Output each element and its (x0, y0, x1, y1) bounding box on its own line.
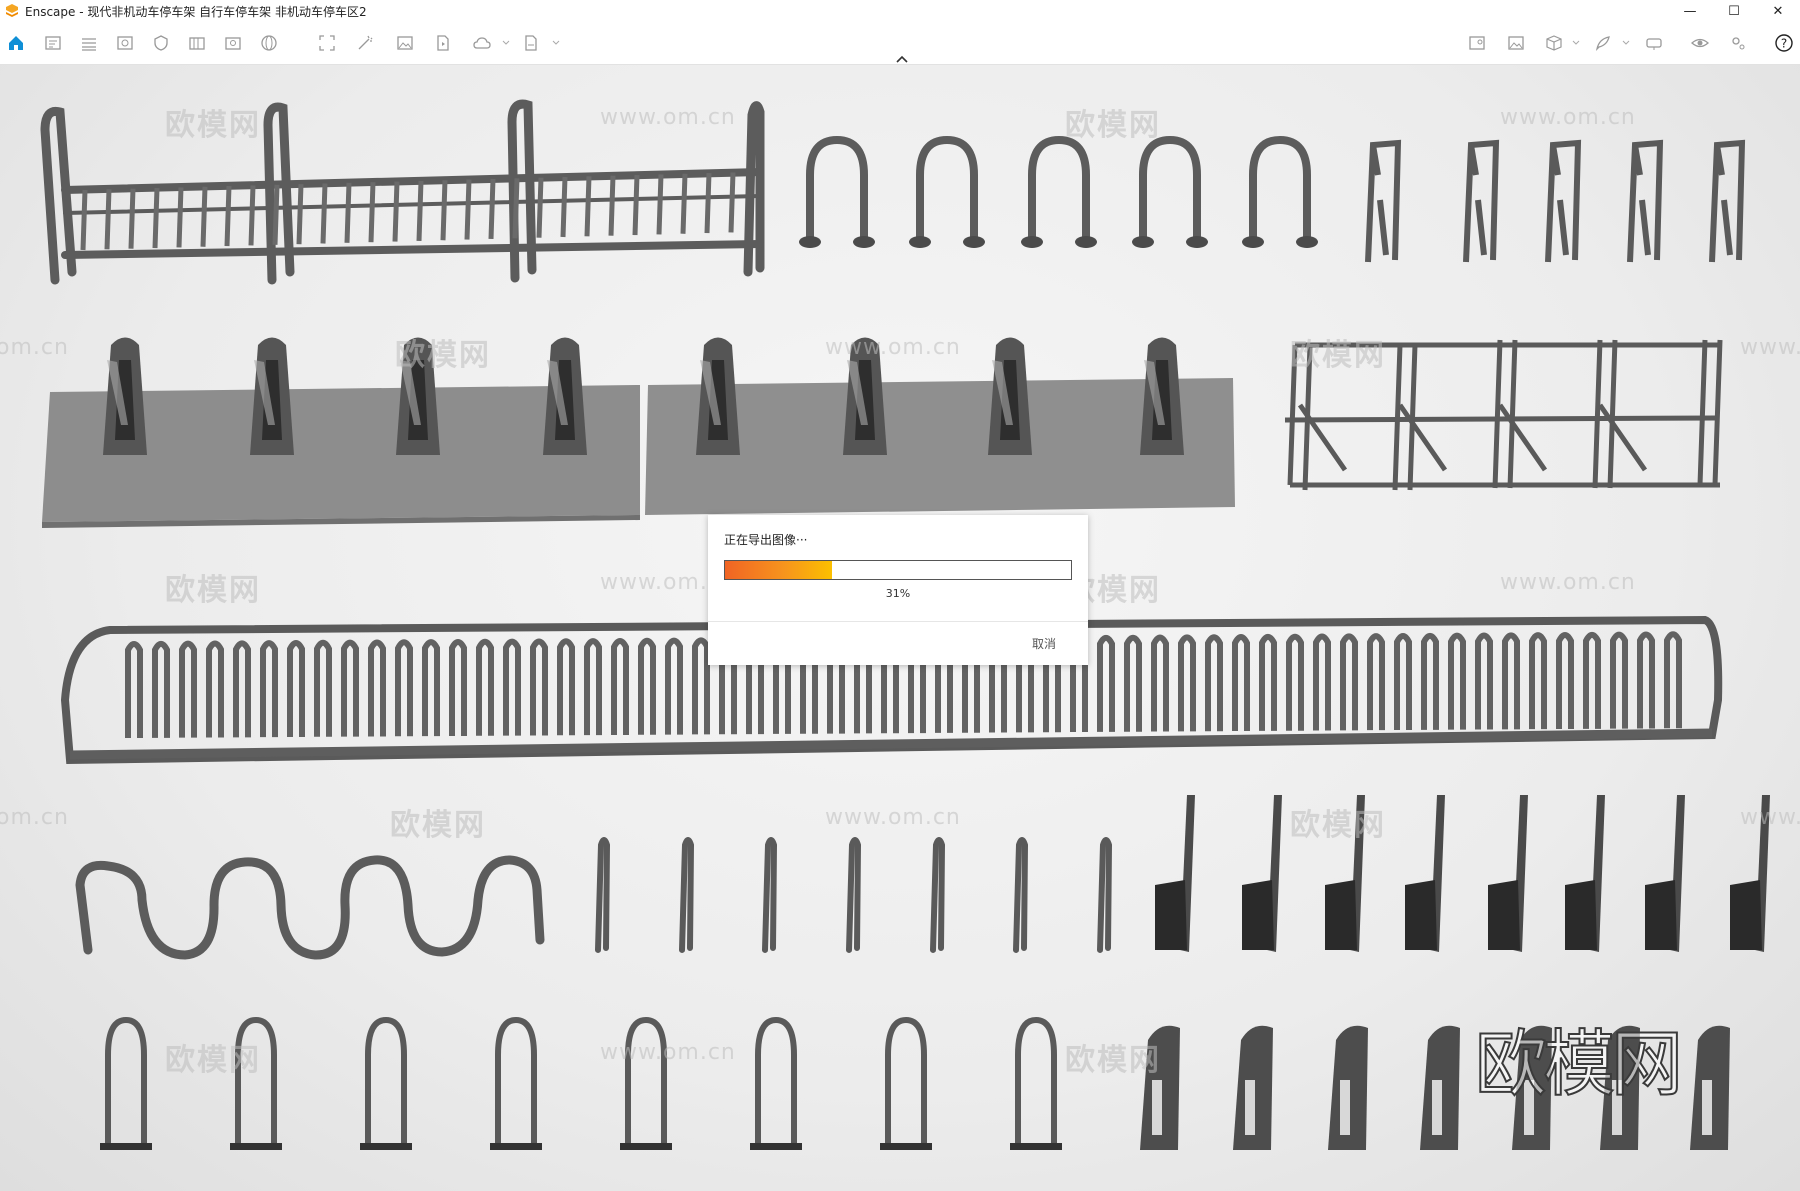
close-button[interactable]: ✕ (1756, 0, 1800, 22)
feather-dropdown-caret-icon[interactable] (1622, 39, 1630, 47)
progress-percentage: 31% (885, 587, 911, 600)
wave-rack (75, 855, 545, 960)
collapse-toolbar-chevron-icon[interactable] (893, 54, 911, 64)
watermark: www.om.cn (825, 805, 961, 830)
shield-icon[interactable] (150, 32, 172, 54)
map-icon[interactable] (1466, 32, 1488, 54)
maximize-button[interactable]: ☐ (1712, 0, 1756, 22)
video-editor-icon[interactable] (432, 32, 454, 54)
magic-wand-icon[interactable] (354, 32, 376, 54)
title-bar: Enscape - 现代非机动车停车架 自行车停车架 非机动车停车区2 — ☐ … (0, 0, 1800, 22)
watermark: www.om.cn (1500, 105, 1636, 130)
visibility-icon[interactable] (1689, 32, 1711, 54)
watermark: om.cn (0, 335, 69, 360)
watermark: www.om.cn (1500, 570, 1636, 595)
enscape-logo-icon (6, 4, 18, 17)
camera-save-icon[interactable] (222, 32, 244, 54)
svg-text:?: ? (1781, 37, 1787, 51)
watermark: www. (1740, 805, 1800, 830)
dialog-title: 正在导出图像··· (724, 533, 808, 547)
inverted-u-racks (799, 135, 1318, 248)
panorama-icon[interactable] (258, 32, 280, 54)
minimize-button[interactable]: — (1668, 0, 1712, 22)
brand-watermark-logo: 欧模网 (1474, 1021, 1684, 1107)
vr-headset-icon[interactable] (1643, 32, 1665, 54)
watermark: 欧模网 (390, 808, 486, 843)
help-icon[interactable]: ? (1773, 32, 1795, 54)
watermark: www. (1740, 335, 1800, 360)
texture-icon[interactable] (78, 32, 100, 54)
pdf-export-icon[interactable] (520, 32, 542, 54)
home-icon[interactable] (5, 32, 27, 54)
dialog-divider (708, 621, 1088, 622)
cube-icon[interactable] (1543, 32, 1565, 54)
export-frame-icon[interactable] (316, 32, 338, 54)
watermark: 欧模网 (1065, 1043, 1161, 1078)
feather-icon[interactable] (1592, 32, 1614, 54)
watermark: 欧模网 (395, 338, 491, 373)
export-progress-fill (725, 561, 833, 579)
cube-dropdown-caret-icon[interactable] (1572, 39, 1580, 47)
eye-view-icon[interactable] (114, 32, 136, 54)
thin-vertical-racks (595, 837, 1113, 953)
cloud-dropdown-caret-icon[interactable] (502, 39, 510, 47)
pdf-dropdown-caret-icon[interactable] (552, 39, 560, 47)
window-title: Enscape - 现代非机动车停车架 自行车停车架 非机动车停车区2 (25, 4, 367, 19)
wheel-holders (103, 337, 1184, 455)
watermark: 欧模网 (1290, 338, 1386, 373)
export-progress-bar (724, 560, 1072, 580)
export-progress-dialog: 正在导出图像··· 31% 取消 (708, 515, 1088, 665)
watermark: 欧模网 (165, 573, 261, 608)
settings-icon[interactable] (1727, 32, 1749, 54)
watermark: www.om.cn (825, 335, 961, 360)
watermark: 欧模网 (165, 1043, 261, 1078)
rectangular-frame-racks (1365, 139, 1746, 263)
screenshot-icon[interactable] (42, 32, 64, 54)
watermark: 欧模网 (1065, 108, 1161, 143)
watermark: 欧模网 (165, 108, 261, 143)
watermark: www.om.cn (600, 105, 736, 130)
image-preview-icon[interactable] (1505, 32, 1527, 54)
image-icon[interactable] (394, 32, 416, 54)
watermark: om.cn (0, 805, 69, 830)
watermark: 欧模网 (1290, 808, 1386, 843)
fence-bike-racks (40, 99, 765, 285)
batch-render-icon[interactable] (186, 32, 208, 54)
cloud-upload-icon[interactable] (471, 32, 493, 54)
cancel-button[interactable]: 取消 (1032, 635, 1056, 652)
watermark: www.om.cn (600, 1040, 736, 1065)
blade-racks (1155, 795, 1770, 952)
